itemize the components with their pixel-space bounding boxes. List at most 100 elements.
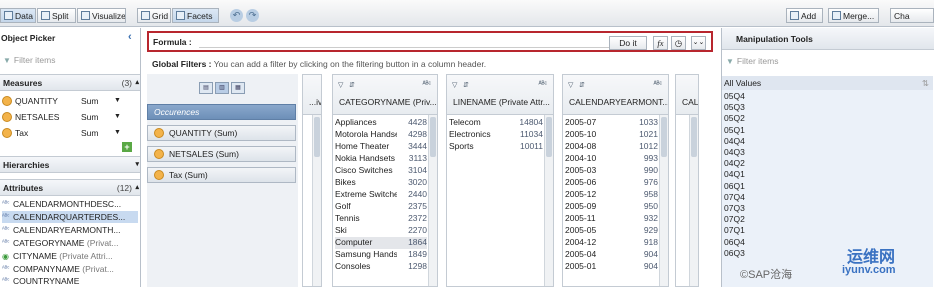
facet-value-row[interactable]: Electronics 11034: [449, 129, 543, 141]
fx-button[interactable]: fx: [653, 36, 668, 50]
attributes-header[interactable]: Attributes (12) ▴: [0, 179, 140, 196]
facet-value-row[interactable]: 04Q4: [678, 153, 688, 165]
column-scrollbar[interactable]: [312, 115, 321, 286]
facet-value-row[interactable]: 2005-09 950: [565, 201, 658, 213]
facet-measure-occurences[interactable]: Occurences: [147, 104, 296, 120]
facet-column-header[interactable]: ▽ ⇵ ᴬᴮᶜ CATEGORYNAME (Priv...: [333, 75, 437, 115]
measure-item[interactable]: QUANTITY Sum ▼: [2, 93, 138, 108]
value-list-item[interactable]: 04Q4: [724, 136, 745, 147]
facet-measure-item[interactable]: NETSALES (Sum): [147, 146, 296, 162]
value-list-item[interactable]: 04Q1: [724, 169, 745, 180]
measures-header[interactable]: Measures (3) ▴: [0, 74, 140, 91]
collapse-measures-icon[interactable]: ▴: [135, 78, 139, 86]
add-measure-icon[interactable]: +: [122, 142, 132, 152]
values-filter[interactable]: ▼ Filter items: [726, 53, 778, 69]
facet-column-header[interactable]: ▽ ⇵ ᴬᴮᶜ CALENDARYEARMONT...: [563, 75, 668, 115]
measure-item[interactable]: Tax Sum ▼: [2, 125, 138, 140]
facet-value-row[interactable]: Consoles 1298: [335, 261, 427, 273]
facet-value-row[interactable]: Nokia Handsets 3113: [335, 153, 427, 165]
merge-button[interactable]: Merge...: [828, 8, 879, 23]
facet-value-row[interactable]: 04Q2: [678, 201, 688, 213]
object-filter[interactable]: ▼ Filter items: [3, 52, 55, 68]
value-list-item[interactable]: 05Q3: [724, 102, 745, 113]
facet-value-row[interactable]: [305, 117, 311, 129]
facet-value-row[interactable]: 04Q3: [678, 177, 688, 189]
sort-icon[interactable]: ⇅: [922, 78, 929, 89]
scrollbar-thumb[interactable]: [430, 117, 436, 157]
attribute-item[interactable]: ᴬᴮᶜ CALENDARYEARMONTH...: [2, 224, 138, 236]
facet-value-row[interactable]: 07Q4: [678, 225, 688, 237]
facet-value-row[interactable]: 2005-06 976: [565, 177, 658, 189]
redo-icon[interactable]: ↷: [246, 9, 259, 22]
facet-value-row[interactable]: Telecom 14804: [449, 117, 543, 129]
facet-value-row[interactable]: Ski 2270: [335, 225, 427, 237]
facet-value-row[interactable]: 2005-10 1021: [565, 129, 658, 141]
facet-value-row[interactable]: 2005-01 904: [565, 261, 658, 273]
filter-column-icon[interactable]: ▽: [452, 81, 457, 89]
aggregation-dropdown-icon[interactable]: ▼: [114, 129, 121, 136]
attribute-item[interactable]: ᴬᴮᶜ CALENDARQUARTERDES...: [2, 211, 138, 223]
do-it-button[interactable]: Do it: [609, 36, 647, 50]
scrollbar-thumb[interactable]: [691, 117, 697, 157]
sort-column-icon[interactable]: ⇵: [579, 81, 585, 89]
value-list-item[interactable]: 05Q1: [724, 125, 745, 136]
measure-item[interactable]: NETSALES Sum ▼: [2, 109, 138, 124]
sort-column-icon[interactable]: ⇵: [349, 81, 355, 89]
attribute-item[interactable]: ᴬᴮᶜ CALENDARMONTHDESC...: [2, 198, 138, 210]
facet-column-header[interactable]: ▽ ⇵ ᴬᴮᶜ LINENAME (Private Attr...: [447, 75, 553, 115]
facet-column-header[interactable]: CAL...: [676, 75, 698, 115]
facets-view-button[interactable]: Facets: [172, 8, 219, 23]
collapse-attributes-icon[interactable]: ▴: [135, 183, 139, 191]
facet-value-row[interactable]: 05Q4: [678, 165, 688, 177]
aggregation-dropdown-icon[interactable]: ▼: [114, 97, 121, 104]
facet-value-row[interactable]: 07Q1: [678, 249, 688, 261]
filter-column-icon[interactable]: ▽: [338, 81, 343, 89]
value-list-item[interactable]: 07Q1: [724, 225, 745, 236]
facet-value-row[interactable]: Bikes 3020: [335, 177, 427, 189]
facet-value-row[interactable]: 2005-07 1033: [565, 117, 658, 129]
value-list-item[interactable]: 06Q4: [724, 237, 745, 248]
aggregation-dropdown-icon[interactable]: ▼: [114, 113, 121, 120]
facet-value-row[interactable]: 05Q1: [678, 129, 688, 141]
grid-view-button[interactable]: Grid: [137, 8, 171, 23]
facet-value-row[interactable]: 2005-12 958: [565, 189, 658, 201]
facet-value-row[interactable]: Tennis 2372: [335, 213, 427, 225]
column-scrollbar[interactable]: [689, 115, 698, 286]
split-view-button[interactable]: Split: [37, 8, 76, 23]
facet-value-row[interactable]: 2005-04 904: [565, 249, 658, 261]
facet-value-row[interactable]: 06Q2: [678, 237, 688, 249]
facet-value-row[interactable]: 2005-03 990: [565, 165, 658, 177]
facet-value-row[interactable]: Computer 1864: [335, 237, 427, 249]
facet-value-row[interactable]: Sports 10011: [449, 141, 543, 153]
value-list-item[interactable]: 07Q2: [724, 214, 745, 225]
value-list-item[interactable]: 07Q3: [724, 203, 745, 214]
facet-value-row[interactable]: Motorola Handsets 4298: [335, 129, 427, 141]
facet-value-row[interactable]: 05Q3: [678, 117, 688, 129]
facet-value-row[interactable]: 2004-10 993: [565, 153, 658, 165]
column-scrollbar[interactable]: [544, 115, 553, 286]
facet-value-row[interactable]: 06Q1: [678, 213, 688, 225]
facet-value-row[interactable]: 05Q2: [678, 141, 688, 153]
undo-icon[interactable]: ↶: [230, 9, 243, 22]
facet-measure-item[interactable]: QUANTITY (Sum): [147, 125, 296, 141]
value-list-item[interactable]: 06Q3: [724, 248, 745, 259]
attribute-item[interactable]: ᴬᴮᶜ COMPANYNAME (Privat...: [2, 263, 138, 275]
all-values-header[interactable]: All Values ⇅: [722, 76, 933, 90]
attribute-item[interactable]: ◉ CITYNAME (Private Attri...: [2, 250, 138, 262]
layout-button-2[interactable]: ▥: [215, 82, 229, 94]
facet-value-row[interactable]: 2005-11 932: [565, 213, 658, 225]
scrollbar-thumb[interactable]: [661, 117, 667, 157]
scrollbar-thumb[interactable]: [546, 117, 552, 157]
facet-value-row[interactable]: Cisco Switches 3104: [335, 165, 427, 177]
facet-value-row[interactable]: 2005-05 929: [565, 225, 658, 237]
sort-column-icon[interactable]: ⇵: [463, 81, 469, 89]
facet-value-row[interactable]: Golf 2375: [335, 201, 427, 213]
facet-value-row[interactable]: 07Q3: [678, 261, 688, 273]
attribute-item[interactable]: ᴬᴮᶜ COUNTRYNAME: [2, 276, 138, 285]
facet-value-row[interactable]: 2004-08 1012: [565, 141, 658, 153]
layout-button-1[interactable]: ▤: [199, 82, 213, 94]
facet-value-row[interactable]: Extreme Switches 2440: [335, 189, 427, 201]
facet-value-row[interactable]: Home Theater 3444: [335, 141, 427, 153]
facet-value-row[interactable]: Samsung Handsets 1849: [335, 249, 427, 261]
facet-column-header[interactable]: ...ivat...: [303, 75, 321, 115]
